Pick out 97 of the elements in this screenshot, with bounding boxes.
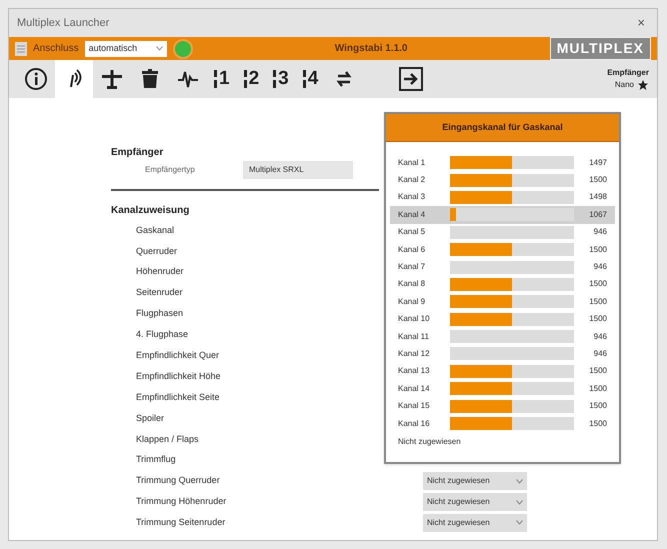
connection-dropdown[interactable]: automatisch (84, 40, 167, 56)
channel-reading: 1500 (588, 296, 607, 308)
channel-reading: 1500 (588, 382, 607, 395)
number-tab[interactable]: 4 (296, 60, 326, 98)
channel-name: Kanal 12 (398, 348, 431, 360)
not-assigned-option[interactable]: Nicht zugewiesen (390, 436, 615, 448)
channel-row[interactable]: Kanal 14 1500 (390, 380, 615, 398)
close-button[interactable]: × (633, 13, 649, 33)
channel-function-label: Trimmflug (136, 454, 176, 464)
channel-row[interactable]: Kanal 11 946 (390, 328, 615, 346)
app-title: Wingstabi 1.1.0 (334, 42, 408, 56)
channel-function-label: Empfindlichkeit Quer (136, 350, 220, 360)
section-heading: Kanalzuweisung (111, 204, 190, 218)
number-tab[interactable]: 1 (207, 60, 237, 98)
channel-reading: 1497 (588, 156, 607, 169)
channel-row[interactable]: Kanal 12 946 (390, 345, 615, 363)
channel-function-label: Flugphasen (136, 308, 184, 318)
channel-reading: 1500 (588, 313, 607, 326)
tab[interactable] (55, 60, 93, 98)
channel-row[interactable]: Kanal 2 1500 (390, 171, 615, 189)
star-icon (637, 79, 649, 91)
channel-name: Kanal 8 (398, 278, 426, 290)
chevron-down-icon (516, 520, 523, 526)
channel-name: Kanal 1 (398, 156, 426, 169)
channel-name: Kanal 5 (398, 226, 426, 238)
chevron-down-icon (156, 46, 163, 51)
channel-reading: 946 (592, 330, 607, 343)
channel-name: Kanal 14 (398, 382, 431, 395)
channel-name: Kanal 2 (398, 174, 426, 186)
channel-function-label: Trimmung Seitenruder (136, 517, 226, 528)
popup-title: Eingangskanal für Gaskanal (442, 120, 563, 134)
channel-row[interactable]: Kanal 13 1500 (390, 362, 615, 380)
info-icon (24, 67, 48, 91)
channel-reading: 1500 (588, 278, 607, 290)
channel-function-label: Klappen / Flaps (136, 434, 199, 444)
channel-reading: 946 (592, 261, 607, 274)
channel-row[interactable]: Kanal 5 946 (390, 224, 615, 241)
tick-mark-icon (302, 70, 306, 88)
chevron-down-icon (516, 478, 523, 484)
channel-function-label: Höhenruder (136, 266, 184, 276)
receiver-type-field[interactable]: Multiplex SRXL (243, 161, 353, 179)
channel-name: Kanal 10 (398, 313, 431, 326)
channel-reading: 1498 (588, 191, 607, 204)
connection-label: Anschluss (33, 42, 79, 56)
channel-function-label: Trimmung Höhenruder (136, 496, 226, 506)
receiver-badge-name: Nano (614, 79, 634, 91)
channel-row[interactable]: Kanal 4 1067 (390, 206, 615, 224)
channel-reading: 1067 (588, 208, 607, 221)
logo: MULTIPLEX (550, 37, 651, 60)
section-heading: Empfänger (111, 146, 164, 160)
channel-row[interactable]: Kanal 3 1498 (390, 188, 615, 206)
number-tab[interactable]: 3 (266, 60, 296, 98)
tick-mark-icon (273, 70, 276, 88)
channel-dropdown[interactable]: Nicht zugewiesen (423, 472, 527, 490)
channel-name: Kanal 9 (398, 296, 426, 308)
channel-row[interactable]: Kanal 1 1497 (390, 154, 615, 172)
channel-reading: 1500 (588, 365, 607, 378)
channel-row[interactable]: Kanal 16 1500 (390, 414, 615, 432)
channel-name: Kanal 11 (398, 330, 430, 343)
channel-row[interactable]: Kanal 15 1500 (390, 397, 615, 415)
channel-reading: 1500 (588, 418, 607, 430)
channel-function-label: Spoiler (136, 412, 164, 423)
channel-name: Kanal 7 (398, 261, 426, 274)
channel-function-label: Trimmung Querruder (136, 475, 220, 486)
channel-function-label: Empfindlichkeit Seite (136, 392, 220, 402)
channel-row[interactable]: Kanal 9 1500 (390, 293, 615, 311)
channel-dropdown[interactable]: Nicht zugewiesen (423, 514, 527, 532)
export-icon (398, 66, 424, 92)
channel-function-label: Querruder (136, 246, 178, 256)
channel-dropdown[interactable]: Nicht zugewiesen (423, 493, 527, 512)
tick-mark-icon (214, 70, 217, 88)
field-label: Empfängertyp (144, 164, 196, 176)
channel-row[interactable]: Kanal 10 1500 (390, 310, 615, 328)
channel-row[interactable]: Kanal 7 946 (390, 258, 615, 276)
channel-function-label: Gaskanal (136, 224, 174, 235)
channel-row[interactable]: Kanal 6 1500 (390, 240, 615, 258)
channel-function-label: 4. Flugphase (136, 329, 188, 340)
plane-icon (100, 67, 124, 91)
channel-reading: 946 (592, 226, 607, 238)
channel-reading: 1500 (588, 244, 607, 256)
channel-name: Kanal 6 (398, 244, 426, 256)
channel-name: Kanal 3 (398, 191, 426, 204)
channel-row[interactable]: Kanal 8 1500 (390, 276, 615, 294)
channel-reading: 1500 (588, 174, 607, 186)
channel-name: Kanal 16 (398, 418, 431, 430)
channel-name: Kanal 15 (398, 400, 431, 412)
channel-function-label: Empfindlichkeit Höhe (136, 370, 221, 381)
number-tab[interactable]: 2 (236, 60, 266, 98)
tick-mark-icon (244, 70, 247, 88)
channel-reading: 946 (592, 348, 607, 360)
channel-function-label: Seitenruder (136, 287, 183, 298)
receiver-badge-title: Empfänger (607, 67, 649, 79)
channel-name: Kanal 13 (398, 365, 431, 378)
channel-name: Kanal 4 (398, 208, 426, 221)
chevron-down-icon (516, 500, 523, 505)
channel-reading: 1500 (588, 400, 607, 412)
window-title: Multiplex Launcher (17, 16, 110, 31)
